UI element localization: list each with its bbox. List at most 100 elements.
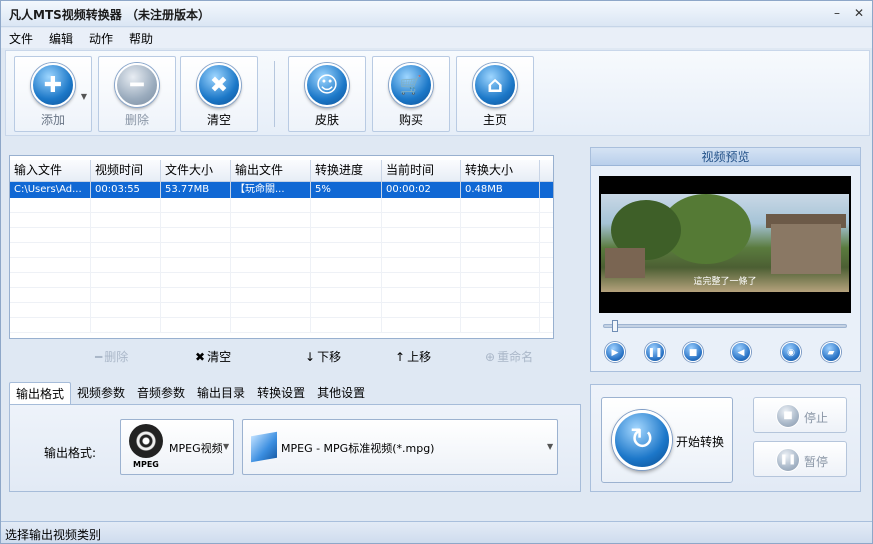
menu-file[interactable]: 文件 <box>7 30 35 47</box>
empty-row <box>10 228 553 243</box>
delete-button[interactable]: ━ 删除 <box>98 56 176 132</box>
cube-icon <box>251 431 277 463</box>
settings-tabs: 输出格式 视频参数 音频参数 输出目录 转换设置 其他设置 <box>9 382 371 404</box>
chevron-down-icon: ▼ <box>223 442 230 451</box>
cart-icon: 🛒 <box>389 63 433 107</box>
dropdown-arrow-icon[interactable]: ▼ <box>81 92 87 101</box>
plus-icon: ✚ <box>31 63 75 107</box>
buy-button[interactable]: 🛒 购买 <box>372 56 450 132</box>
menu-action[interactable]: 动作 <box>87 30 115 47</box>
output-format-label: 输出格式: <box>44 446 97 460</box>
toolbar-separator <box>274 61 275 127</box>
speaker-icon: ◀ <box>737 348 745 358</box>
move-up-action[interactable]: ↑ 上移 <box>395 348 431 365</box>
remove-action-label: 删除 <box>104 350 129 364</box>
rename-action[interactable]: ⊕ 重命名 <box>485 348 533 365</box>
clear-button[interactable]: ✖ 清空 <box>180 56 258 132</box>
tab-audio-params[interactable]: 音频参数 <box>131 382 191 404</box>
stop-convert-button[interactable]: ■ 停止 <box>753 397 847 433</box>
add-label: 添加 <box>40 113 65 127</box>
col-output-file[interactable]: 输出文件 <box>231 160 311 181</box>
empty-row <box>10 288 553 303</box>
video-subtitle: 這完整了一條了 <box>693 277 757 287</box>
home-label: 主页 <box>482 113 507 127</box>
close-button[interactable]: ✕ <box>851 5 867 21</box>
clear-action[interactable]: ✖ 清空 <box>195 348 231 365</box>
empty-row <box>10 273 553 288</box>
minimize-button[interactable]: – <box>829 5 845 21</box>
pause-icon: ❚❚ <box>776 448 800 472</box>
film-reel-icon <box>129 424 163 458</box>
tab-video-params[interactable]: 视频参数 <box>71 382 131 404</box>
col-file-size[interactable]: 文件大小 <box>161 160 231 181</box>
menu-edit[interactable]: 编辑 <box>47 30 75 47</box>
tab-output-format[interactable]: 输出格式 <box>9 382 72 404</box>
home-button[interactable]: ⌂ 主页 <box>456 56 534 132</box>
cell-progress: 5% <box>311 182 382 198</box>
open-folder-button[interactable]: ▰ <box>821 342 841 362</box>
camera-icon: ◉ <box>787 348 795 358</box>
chevron-down-icon: ▼ <box>547 442 554 451</box>
play-button[interactable]: ▶ <box>605 342 625 362</box>
file-list[interactable]: 输入文件 视频时间 文件大小 输出文件 转换进度 当前时间 转换大小 C:\Us… <box>9 155 554 339</box>
cell-file-size: 53.77MB <box>161 182 231 198</box>
stop-button[interactable]: ■ <box>683 342 703 362</box>
table-row[interactable]: C:\Users\Ad... 00:03:55 53.77MB 【玩命關... … <box>10 182 553 198</box>
smiley-icon: ☺ <box>305 63 349 107</box>
empty-row <box>10 213 553 228</box>
x-icon: ✖ <box>195 349 206 364</box>
col-video-time[interactable]: 视频时间 <box>91 160 161 181</box>
seek-slider[interactable] <box>603 320 847 332</box>
start-convert-button[interactable]: ↻ 开始转换 <box>601 397 733 483</box>
add-button[interactable]: ✚ 添加 ▼ <box>14 56 92 132</box>
empty-row <box>10 198 553 213</box>
pause-convert-button[interactable]: ❚❚ 暂停 <box>753 441 847 477</box>
col-converted-size[interactable]: 转换大小 <box>461 160 540 181</box>
snapshot-button[interactable]: ◉ <box>781 342 801 362</box>
tab-convert-settings[interactable]: 转换设置 <box>251 382 311 404</box>
toolbar: ✚ 添加 ▼ ━ 删除 ✖ 清空 ☺ 皮肤 🛒 购买 ⌂ 主页 <box>5 50 870 136</box>
pause-icon: ❚❚ <box>647 348 663 358</box>
stop-icon: ■ <box>688 348 698 358</box>
stop-convert-label: 停止 <box>804 411 829 425</box>
remove-action[interactable]: ━ 删除 <box>95 348 128 365</box>
start-convert-label: 开始转换 <box>676 435 725 449</box>
move-down-label: 下移 <box>317 350 342 364</box>
convert-panel: ↻ 开始转换 ■ 停止 ❚❚ 暂停 <box>590 384 861 492</box>
preview-panel: 视频预览 這完整了一條了 ▶ ❚❚ ■ ◀ ◉ ▰ <box>590 147 861 372</box>
window-title: 凡人MTS视频转换器 （未注册版本） <box>9 8 210 22</box>
crosshair-icon: ⊕ <box>485 349 496 364</box>
video-player[interactable]: 這完整了一條了 <box>599 176 851 313</box>
cell-input-file: C:\Users\Ad... <box>10 182 91 198</box>
rename-label: 重命名 <box>497 350 534 364</box>
arrow-down-icon: ↓ <box>305 349 316 364</box>
pause-button[interactable]: ❚❚ <box>645 342 665 362</box>
move-down-action[interactable]: ↓ 下移 <box>305 348 341 365</box>
tab-output-dir[interactable]: 输出目录 <box>191 382 251 404</box>
list-actions: ━ 删除 ✖ 清空 ↓ 下移 ↑ 上移 ⊕ 重命名 <box>9 345 554 367</box>
seek-thumb[interactable] <box>612 320 618 332</box>
house-shape <box>771 224 841 274</box>
skin-button[interactable]: ☺ 皮肤 <box>288 56 366 132</box>
refresh-arrow-icon: ↻ <box>612 410 672 470</box>
volume-button[interactable]: ◀ <box>731 342 751 362</box>
col-current-time[interactable]: 当前时间 <box>382 160 461 181</box>
menu-help[interactable]: 帮助 <box>127 30 155 47</box>
col-progress[interactable]: 转换进度 <box>311 160 382 181</box>
empty-row <box>10 243 553 258</box>
format-category-select[interactable]: MPEG MPEG视频 ▼ <box>120 419 234 475</box>
menu-bar: 文件 编辑 动作 帮助 <box>1 28 872 48</box>
arrow-up-icon: ↑ <box>395 349 406 364</box>
format-select[interactable]: MPEG - MPG标准视频(*.mpg) ▼ <box>242 419 558 475</box>
title-bar: 凡人MTS视频转换器 （未注册版本） – ✕ <box>1 1 872 27</box>
buy-label: 购买 <box>398 113 423 127</box>
play-icon: ▶ <box>611 348 619 358</box>
col-input-file[interactable]: 输入文件 <box>10 160 91 181</box>
clear-label: 清空 <box>206 113 231 127</box>
tab-other-settings[interactable]: 其他设置 <box>311 382 371 404</box>
cell-current-time: 00:00:02 <box>382 182 461 198</box>
status-bar: 选择输出视频类别 <box>1 521 872 543</box>
app-window: 凡人MTS视频转换器 （未注册版本） – ✕ 文件 编辑 动作 帮助 ✚ 添加 … <box>0 0 873 544</box>
minus-icon: ━ <box>115 63 159 107</box>
preview-title: 视频预览 <box>591 148 860 166</box>
